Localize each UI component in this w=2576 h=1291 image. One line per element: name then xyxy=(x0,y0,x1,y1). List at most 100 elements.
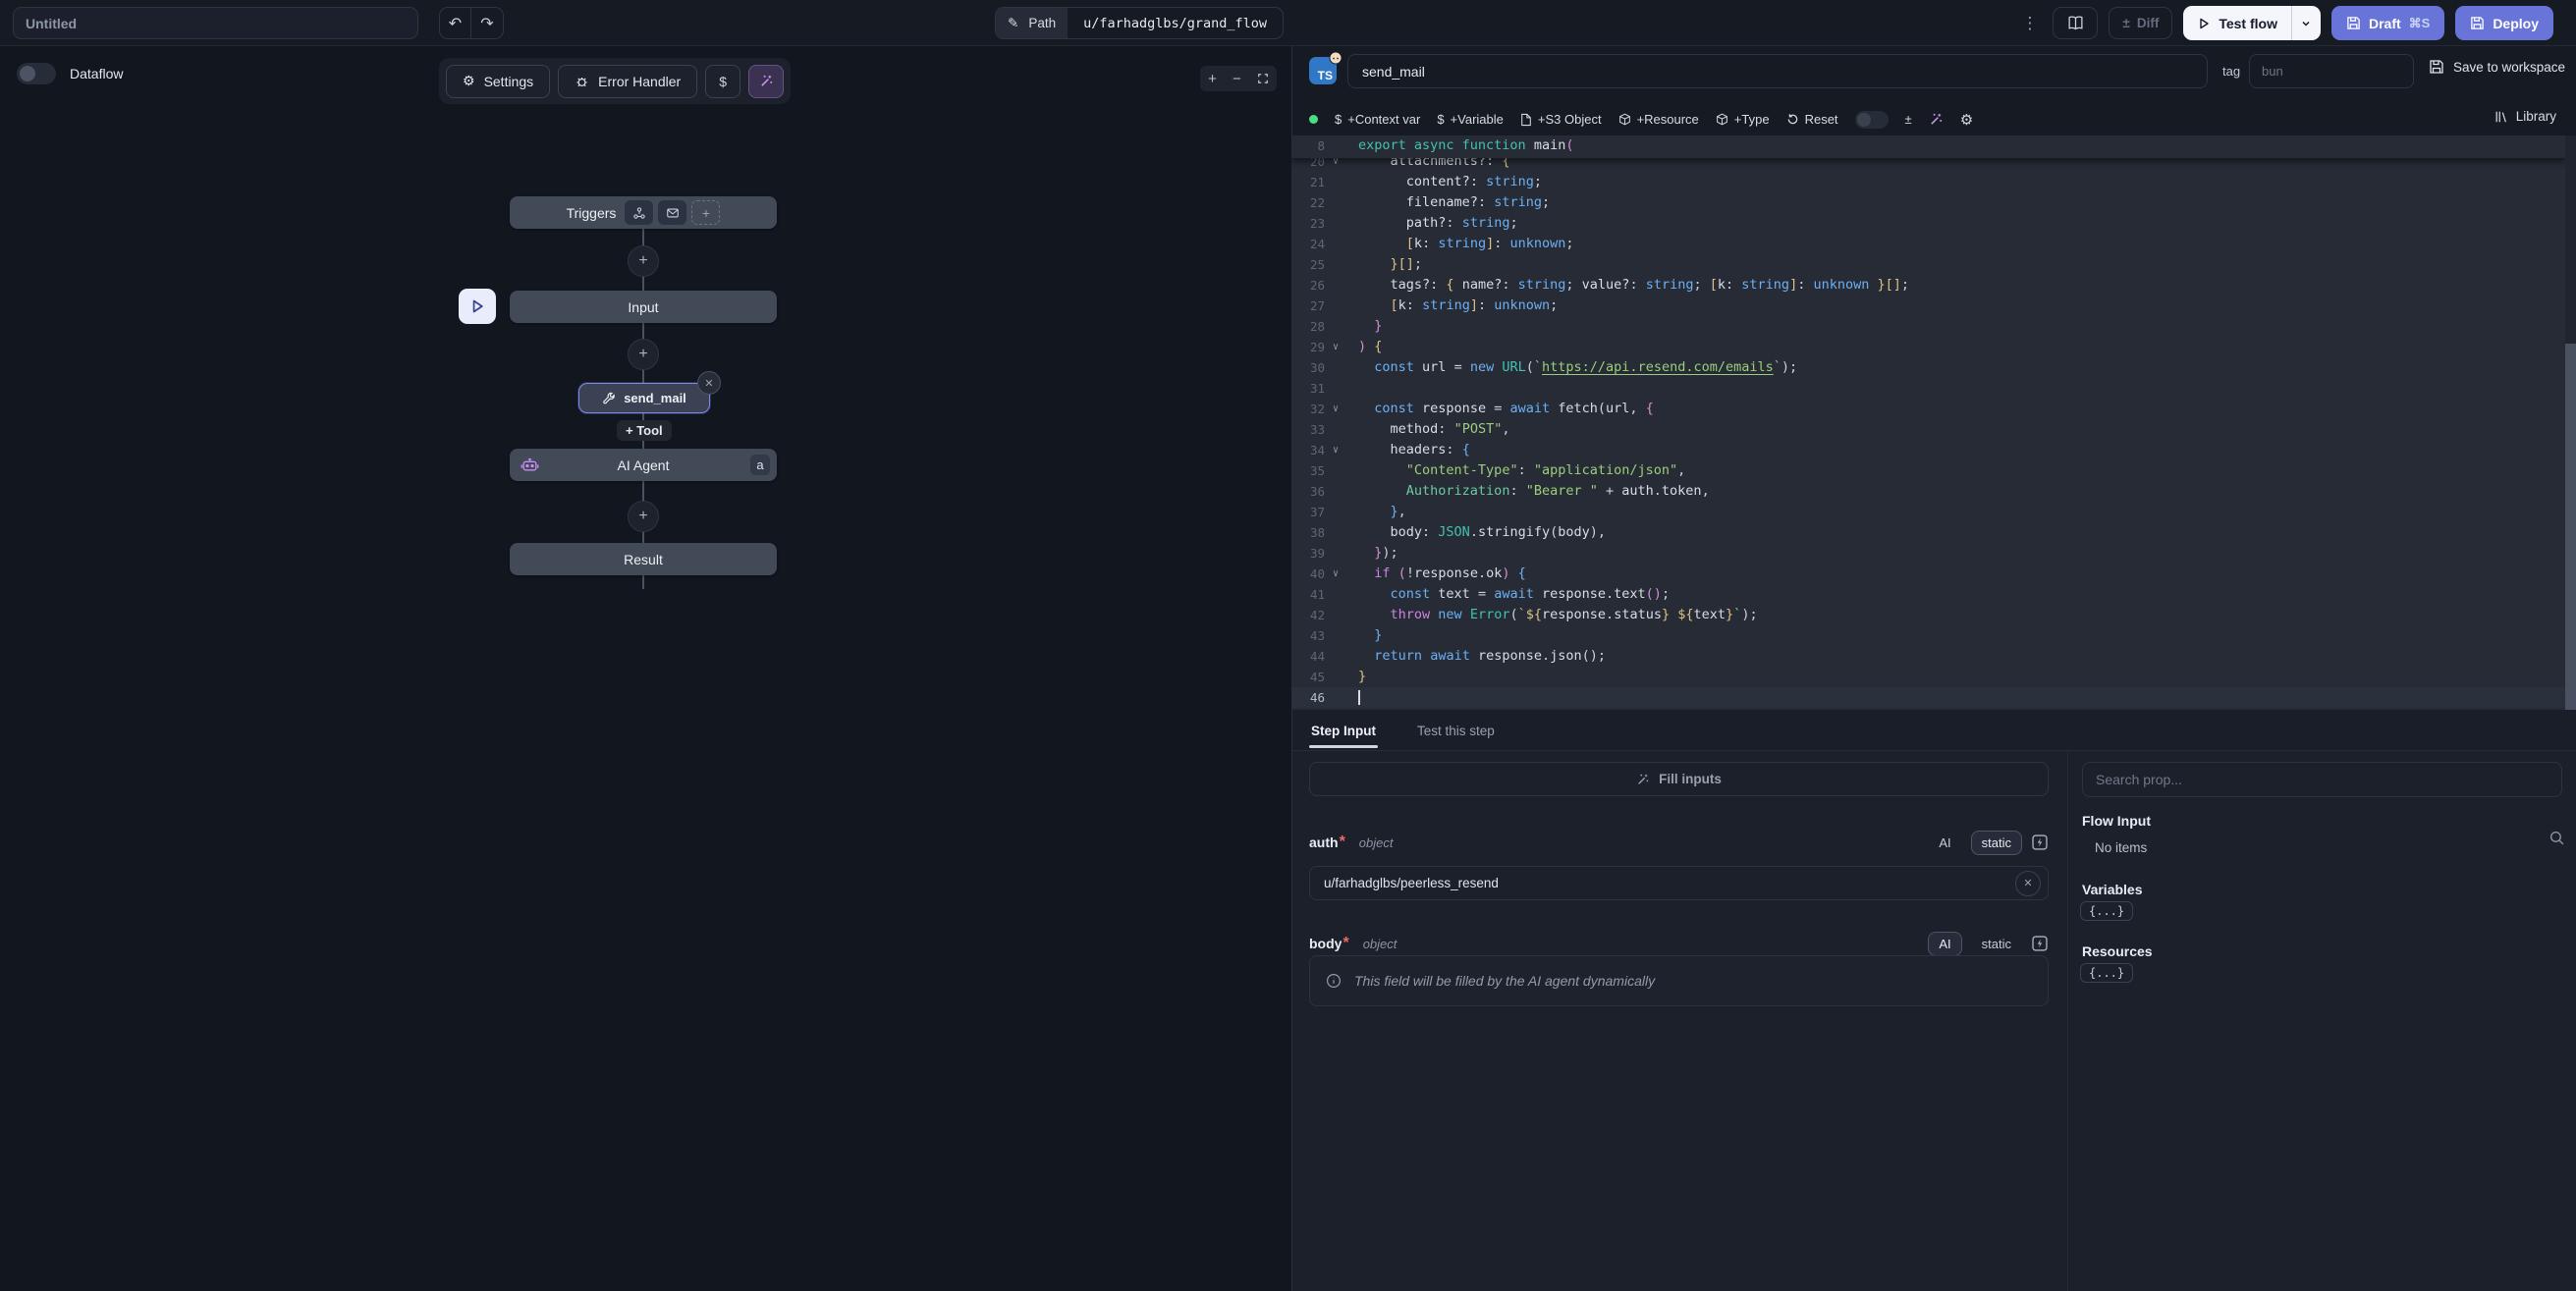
test-flow-button[interactable]: Test flow xyxy=(2183,6,2291,40)
resources-object-pill[interactable]: {...} xyxy=(2080,963,2133,983)
insert-step-button[interactable]: + xyxy=(628,339,659,370)
code-line-46[interactable]: 46 xyxy=(1291,687,2565,708)
code-line-44[interactable]: 44 return await response.json(); xyxy=(1291,646,2565,667)
error-handler-button[interactable]: Error Handler xyxy=(558,65,697,98)
code-line-40[interactable]: 40∨ if (!response.ok) { xyxy=(1291,564,2565,584)
flow-path[interactable]: ✎ Path u/farhadglbs/grand_flow xyxy=(995,7,1284,39)
code-line-32[interactable]: 32∨ const response = await fetch(url, { xyxy=(1291,399,2565,419)
auth-static-mode-button[interactable]: static xyxy=(1971,831,2022,855)
node-ai-agent[interactable]: AI Agent a xyxy=(510,449,777,481)
code-line-34[interactable]: 34∨ headers: { xyxy=(1291,440,2565,460)
editor-settings-button[interactable]: ⚙ xyxy=(1960,111,1973,129)
code-line-25[interactable]: 25 }[]; xyxy=(1291,254,2565,275)
pencil-icon: ✎ xyxy=(1008,16,1018,31)
zoom-in-button[interactable]: + xyxy=(1208,72,1217,86)
code-editor[interactable]: 20∨ attachments?: {21 content?: string;2… xyxy=(1291,135,2565,710)
zoom-out-button[interactable]: − xyxy=(1233,72,1241,86)
tab-step-input[interactable]: Step Input xyxy=(1309,710,1378,751)
tab-test-this-step[interactable]: Test this step xyxy=(1415,710,1497,751)
undo-button[interactable]: ↶ xyxy=(440,8,471,38)
dollar-context-button[interactable]: $ xyxy=(705,65,740,98)
run-from-input-button[interactable] xyxy=(459,289,496,324)
deploy-button[interactable]: Deploy xyxy=(2455,6,2553,40)
webhook-trigger-chip[interactable] xyxy=(625,200,653,225)
ai-assistant-button[interactable] xyxy=(1929,112,1944,127)
code-line-35[interactable]: 35 "Content-Type": "application/json", xyxy=(1291,460,2565,481)
add-s3-object-button[interactable]: +S3 Object xyxy=(1520,112,1602,127)
code-line-27[interactable]: 27 [k: string]: unknown; xyxy=(1291,296,2565,316)
code-line-28[interactable]: 28 } xyxy=(1291,316,2565,337)
add-resource-button[interactable]: +Resource xyxy=(1618,112,1699,127)
code-line-33[interactable]: 33 method: "POST", xyxy=(1291,419,2565,440)
node-send-mail[interactable]: send_mail xyxy=(578,383,710,413)
code-line-31[interactable]: 31 xyxy=(1291,378,2565,399)
test-flow-dropdown[interactable] xyxy=(2291,6,2321,40)
code-line-45[interactable]: 45} xyxy=(1291,667,2565,687)
body-static-mode-button[interactable]: static xyxy=(1971,932,2022,956)
code-line-39[interactable]: 39 }); xyxy=(1291,543,2565,564)
add-type-button[interactable]: +Type xyxy=(1716,112,1770,127)
fold-chevron-icon[interactable]: ∨ xyxy=(1325,440,1346,460)
email-trigger-chip[interactable] xyxy=(658,200,686,225)
diff-editor-button[interactable]: ± xyxy=(1905,112,1912,127)
fill-inputs-button[interactable]: Fill inputs xyxy=(1309,762,2049,796)
insert-step-button[interactable]: + xyxy=(628,245,659,277)
add-variable-button[interactable]: $ +Variable xyxy=(1437,112,1504,127)
draft-button[interactable]: Draft ⌘S xyxy=(2331,6,2444,40)
dataflow-toggle[interactable] xyxy=(17,63,56,84)
code-line-26[interactable]: 26 tags?: { name?: string; value?: strin… xyxy=(1291,275,2565,296)
search-icon[interactable] xyxy=(2549,830,2565,846)
code-line-42[interactable]: 42 throw new Error(`${response.status} $… xyxy=(1291,605,2565,625)
add-trigger-chip[interactable]: + xyxy=(691,200,720,225)
tag-input[interactable] xyxy=(2249,54,2414,88)
variables-object-pill[interactable]: {...} xyxy=(2080,901,2133,921)
flow-name-input[interactable] xyxy=(13,7,418,39)
node-result[interactable]: Result xyxy=(510,543,777,575)
step-name-input[interactable] xyxy=(1347,54,2208,88)
flow-canvas[interactable]: Dataflow ⚙ Settings Error Handler $ + xyxy=(0,46,1291,1291)
code-line-41[interactable]: 41 const text = await response.text(); xyxy=(1291,584,2565,605)
more-menu-button[interactable]: ⋮ xyxy=(2017,14,2042,33)
reset-code-button[interactable]: Reset xyxy=(1786,112,1838,127)
scrollbar-thumb[interactable] xyxy=(2565,344,2576,710)
code-sticky-line[interactable]: 8export async function main( xyxy=(1291,135,2565,158)
add-tool-button[interactable]: + Tool xyxy=(617,420,672,441)
save-to-workspace-button[interactable]: Save to workspace xyxy=(2429,59,2565,75)
diff-button[interactable]: ± Diff xyxy=(2109,7,2172,39)
body-ai-mode-button[interactable]: AI xyxy=(1928,932,1961,956)
code-line-8[interactable]: 8export async function main( xyxy=(1291,135,2565,156)
code-line-21[interactable]: 21 content?: string; xyxy=(1291,172,2565,192)
code-line-30[interactable]: 30 const url = new URL(`https://api.rese… xyxy=(1291,357,2565,378)
docs-button[interactable] xyxy=(2053,7,2098,39)
fold-chevron-icon[interactable]: ∨ xyxy=(1325,337,1346,357)
settings-button[interactable]: ⚙ Settings xyxy=(446,65,550,98)
fold-chevron-icon[interactable]: ∨ xyxy=(1325,564,1346,584)
code-line-29[interactable]: 29∨) { xyxy=(1291,337,2565,357)
code-line-43[interactable]: 43 } xyxy=(1291,625,2565,646)
add-context-var-button[interactable]: $ +Context var xyxy=(1335,112,1420,127)
remove-tool-button[interactable]: ✕ xyxy=(697,371,721,395)
code-line-36[interactable]: 36 Authorization: "Bearer " + auth.token… xyxy=(1291,481,2565,502)
code-line-38[interactable]: 38 body: JSON.stringify(body), xyxy=(1291,522,2565,543)
insert-step-button[interactable]: + xyxy=(628,501,659,532)
code-line-23[interactable]: 23 path?: string; xyxy=(1291,213,2565,234)
auth-clear-button[interactable]: ✕ xyxy=(2015,871,2041,896)
code-lines[interactable]: 20∨ attachments?: {21 content?: string;2… xyxy=(1291,151,2565,708)
code-line-22[interactable]: 22 filename?: string; xyxy=(1291,192,2565,213)
ai-wand-button[interactable] xyxy=(748,65,784,98)
fold-chevron-icon[interactable]: ∨ xyxy=(1325,399,1346,419)
auth-ai-mode-button[interactable]: AI xyxy=(1928,831,1961,855)
code-line-24[interactable]: 24 [k: string]: unknown; xyxy=(1291,234,2565,254)
diff-mode-toggle[interactable] xyxy=(1855,111,1889,129)
fit-view-button[interactable] xyxy=(1257,73,1269,84)
code-scrollbar[interactable] xyxy=(2565,135,2576,710)
node-triggers[interactable]: Triggers + xyxy=(510,196,777,229)
prop-search-input[interactable] xyxy=(2082,762,2562,797)
body-expression-button[interactable] xyxy=(2031,935,2049,952)
code-line-37[interactable]: 37 }, xyxy=(1291,502,2565,522)
auth-expression-button[interactable] xyxy=(2031,834,2049,851)
node-input[interactable]: Input xyxy=(510,291,777,323)
library-button[interactable]: Library xyxy=(2494,109,2556,124)
redo-button[interactable]: ↷ xyxy=(471,8,503,38)
auth-value-input[interactable] xyxy=(1310,876,2015,890)
